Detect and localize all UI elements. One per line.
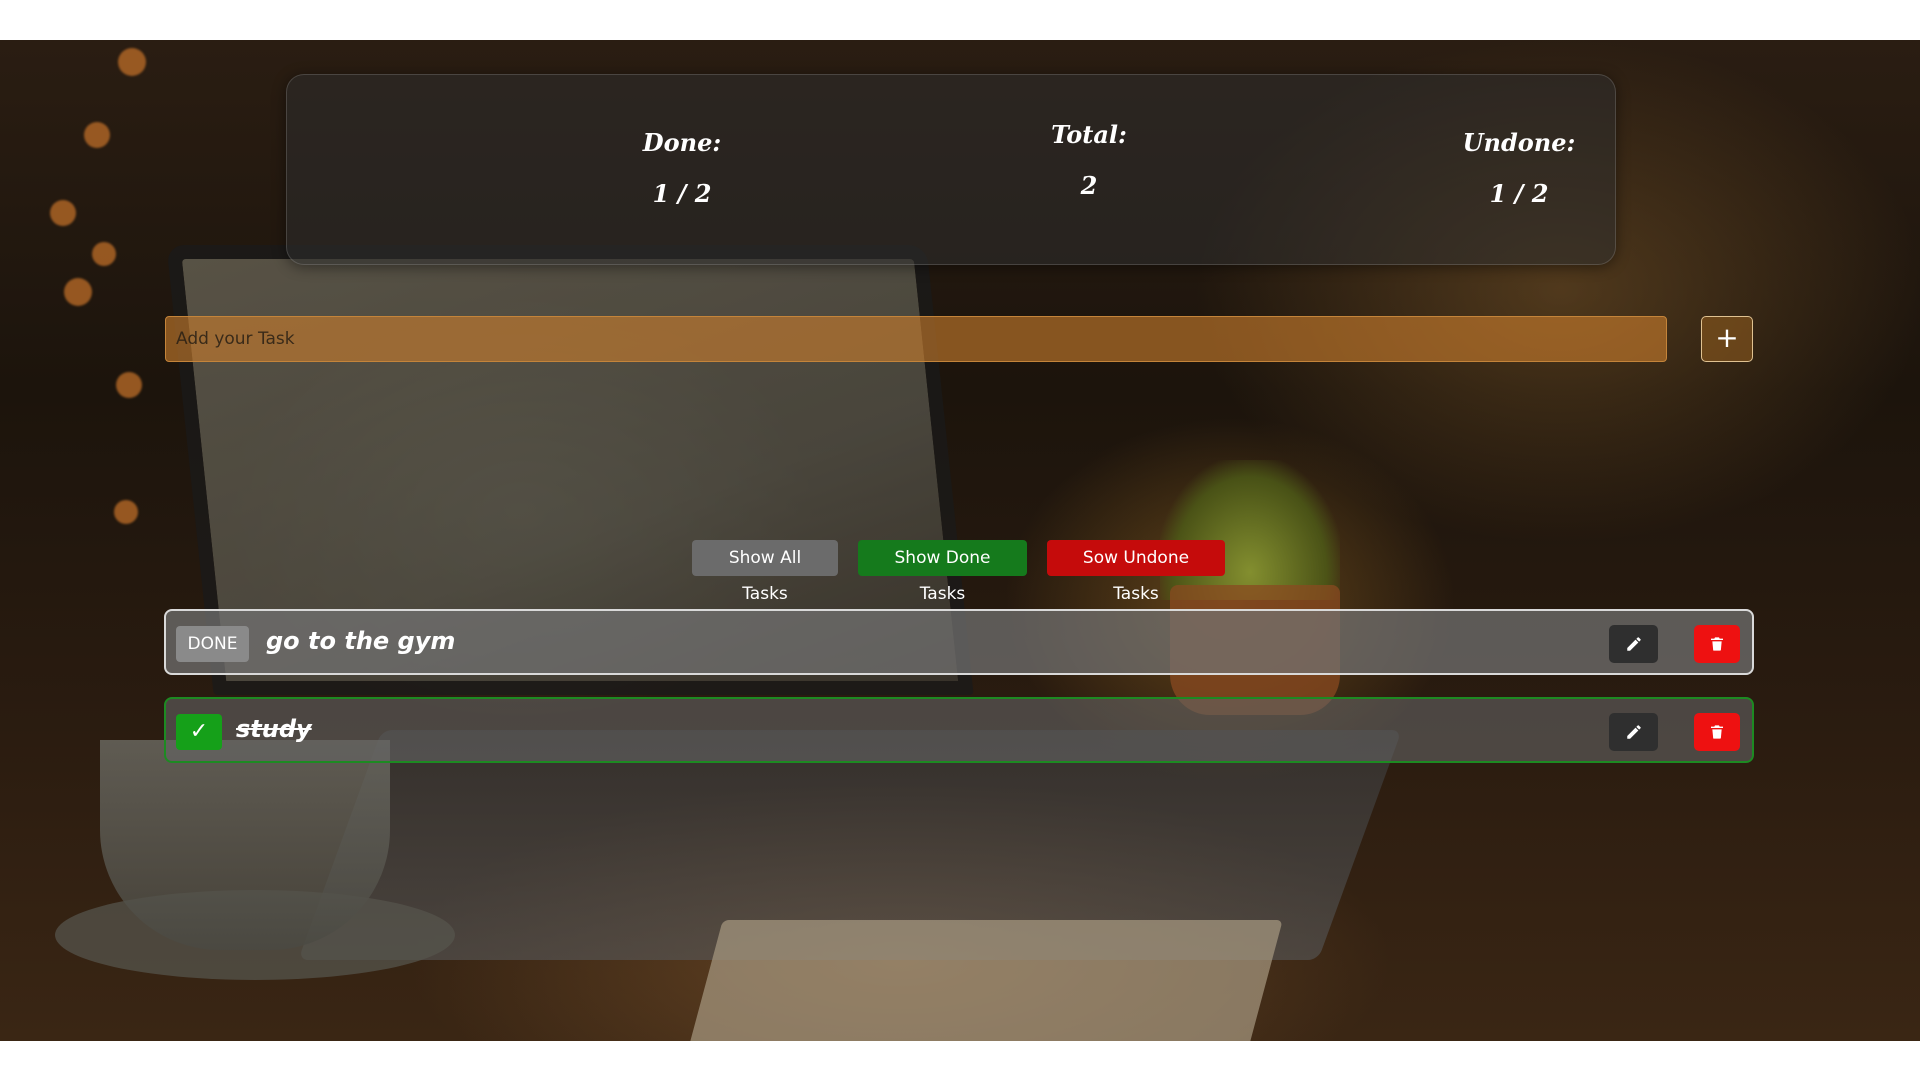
coffee-mug: [100, 740, 390, 950]
task-text: go to the gym: [266, 627, 456, 655]
bokeh-light: [92, 242, 116, 266]
trash-icon: [1711, 725, 1723, 739]
total-stat: Total: 2: [959, 120, 1219, 200]
plant: [1160, 460, 1340, 600]
delete-task-button[interactable]: [1694, 713, 1740, 751]
total-count: 2: [1080, 171, 1098, 200]
done-label: Done:: [642, 128, 722, 157]
task-input[interactable]: [165, 316, 1667, 362]
plus-icon: +: [1715, 321, 1739, 354]
undone-stat: Undone: 1 / 2: [1389, 128, 1649, 208]
show-all-tasks-button[interactable]: Show All Tasks: [692, 540, 838, 604]
stats-panel: Done: 1 / 2 Total: 2 Undone: 1 / 2: [286, 74, 1616, 265]
notebook: [677, 920, 1283, 1041]
bokeh-light: [114, 500, 138, 524]
task-row: ✓ study: [164, 697, 1754, 763]
pencil-icon: [1626, 637, 1641, 651]
bokeh-light: [84, 122, 110, 148]
done-count: 1 / 2: [652, 179, 712, 208]
add-task-button[interactable]: +: [1701, 316, 1753, 362]
bokeh-light: [118, 48, 146, 76]
edit-task-button[interactable]: [1609, 713, 1658, 751]
edit-task-button[interactable]: [1609, 625, 1658, 663]
mark-done-button[interactable]: DONE: [176, 626, 249, 662]
bokeh-light: [116, 372, 142, 398]
show-undone-tasks-button[interactable]: Sow Undone Tasks: [1047, 540, 1225, 604]
done-stat: Done: 1 / 2: [552, 128, 812, 208]
mark-undone-button[interactable]: ✓: [176, 714, 222, 750]
undone-count: 1 / 2: [1489, 179, 1549, 208]
show-done-tasks-button[interactable]: Show Done Tasks: [858, 540, 1027, 604]
undone-label: Undone:: [1462, 128, 1576, 157]
trash-icon: [1711, 637, 1723, 651]
delete-task-button[interactable]: [1694, 625, 1740, 663]
task-row: DONE go to the gym: [164, 609, 1754, 675]
bokeh-light: [64, 278, 92, 306]
check-icon: ✓: [189, 719, 209, 744]
task-text: study: [236, 715, 312, 743]
pencil-icon: [1626, 725, 1641, 739]
total-label: Total:: [1051, 120, 1127, 149]
bokeh-light: [50, 200, 76, 226]
